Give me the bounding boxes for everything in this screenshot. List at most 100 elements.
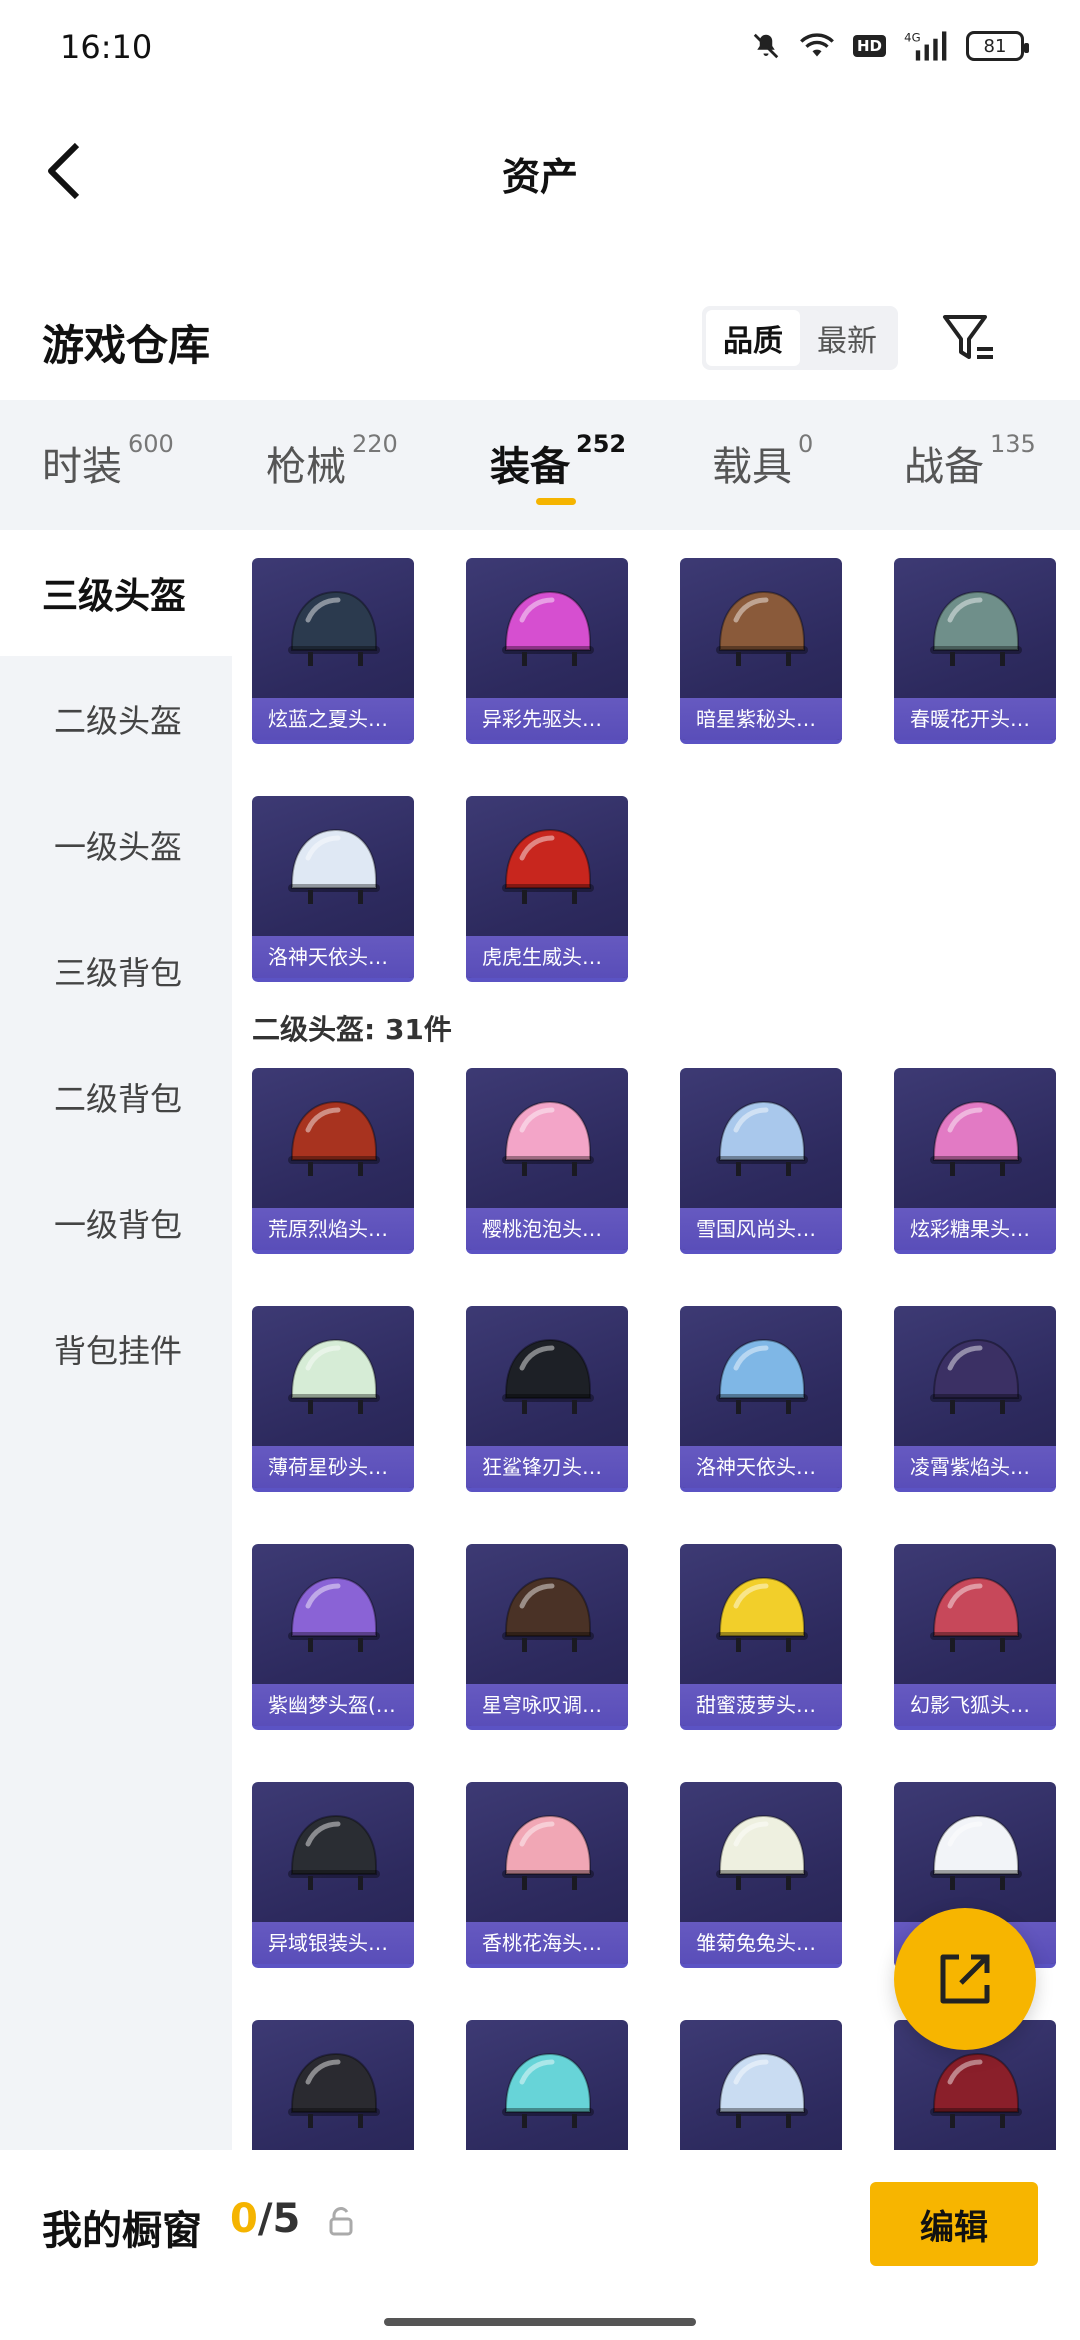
filter-icon [943, 315, 993, 359]
item-card[interactable]: 荒原烈焰头… [252, 1068, 414, 1254]
item-card[interactable]: 星穹咏叹调… [466, 1544, 628, 1730]
helmet-icon [930, 2052, 1022, 2128]
item-card[interactable]: 暗星紫秘头… [680, 558, 842, 744]
item-name: 甜蜜菠萝头… [680, 1684, 842, 1726]
edit-button[interactable]: 编辑 [870, 2182, 1038, 2266]
sidebar-item-level3-backpack[interactable]: 三级背包 [0, 908, 232, 1034]
item-card[interactable]: 异域银装头… [252, 1782, 414, 1968]
item-name: 狂鲨锋刃头… [466, 1446, 628, 1488]
tab-firearms[interactable]: 枪械 220 [266, 430, 398, 492]
helmet-icon [288, 590, 380, 666]
item-card[interactable] [252, 2020, 414, 2150]
item-card[interactable]: 雪国风尚头… [680, 1068, 842, 1254]
item-card[interactable]: 虎虎生威头… [466, 796, 628, 982]
battery-level: 81 [983, 35, 1007, 57]
sidebar-item-backpack-charm[interactable]: 背包挂件 [0, 1286, 232, 1412]
item-card[interactable]: 凌霄紫焰头… [894, 1306, 1056, 1492]
helmet-icon [716, 1576, 808, 1652]
item-card[interactable]: 洛神天依头… [680, 1306, 842, 1492]
helmet-icon [288, 1576, 380, 1652]
tab-count: 135 [990, 430, 1036, 458]
level3-helmet-grid: 炫蓝之夏头… 异彩先驱头… 暗星紫秘头… 春暖花开头… 洛神天依头… 虎虎生威头… [252, 558, 1056, 982]
showcase-label: 我的橱窗 [42, 2208, 202, 2254]
helmet-icon [502, 1338, 594, 1414]
tab-equipment[interactable]: 装备 252 [490, 430, 626, 492]
page-title: 资产 [501, 155, 578, 199]
item-name: 薄荷星砂头… [252, 1446, 414, 1488]
item-name: 紫幽梦头盔(… [252, 1684, 414, 1726]
tab-fashion[interactable]: 时装 600 [42, 430, 174, 492]
item-card[interactable]: 狂鲨锋刃头… [466, 1306, 628, 1492]
share-floating-button[interactable] [894, 1908, 1036, 2050]
sort-newest-button[interactable]: 最新 [800, 310, 894, 366]
tab-count: 0 [798, 430, 814, 458]
item-card[interactable]: 春暖花开头… [894, 558, 1056, 744]
item-name: 樱桃泡泡头… [466, 1208, 628, 1250]
item-card[interactable]: 甜蜜菠萝头… [680, 1544, 842, 1730]
helmet-icon [288, 2052, 380, 2128]
item-name: 香桃花海头… [466, 1922, 628, 1964]
status-time: 16:10 [60, 28, 153, 66]
sort-toggle: 品质 最新 [702, 306, 898, 370]
item-grid-area: 炫蓝之夏头… 异彩先驱头… 暗星紫秘头… 春暖花开头… 洛神天依头… 虎虎生威头… 二级头… [232, 530, 1080, 2150]
helmet-icon [288, 828, 380, 904]
helmet-icon [716, 1100, 808, 1176]
item-card[interactable]: 炫蓝之夏头… [252, 558, 414, 744]
tab-count: 220 [352, 430, 398, 458]
item-card[interactable]: 紫幽梦头盔(… [252, 1544, 414, 1730]
tab-vehicles[interactable]: 载具 0 [712, 430, 813, 492]
helmet-icon [502, 828, 594, 904]
sidebar-item-level1-backpack[interactable]: 一级背包 [0, 1160, 232, 1286]
item-card[interactable]: 雏菊兔兔头… [680, 1782, 842, 1968]
status-bar: 16:10 HD 4G 81 [0, 0, 1080, 96]
item-card[interactable]: 香桃花海头… [466, 1782, 628, 1968]
helmet-icon [288, 1814, 380, 1890]
share-icon [940, 1954, 990, 2004]
item-card[interactable]: 异彩先驱头… [466, 558, 628, 744]
item-name: 洛神天依头… [252, 936, 414, 978]
network-type-label: 4G [904, 31, 920, 45]
item-card[interactable]: 炫彩糖果头… [894, 1068, 1056, 1254]
item-card[interactable]: 樱桃泡泡头… [466, 1068, 628, 1254]
filter-button[interactable] [938, 308, 1000, 370]
tab-count: 252 [576, 430, 627, 458]
sort-quality-button[interactable]: 品质 [706, 310, 800, 366]
item-name: 幻影飞狐头… [894, 1684, 1056, 1726]
wifi-icon [799, 31, 835, 61]
sidebar-item-level2-backpack[interactable]: 二级背包 [0, 1034, 232, 1160]
section-label-level2-helmet: 二级头盔: 31件 [252, 1013, 452, 1046]
sidebar-item-level2-helmet[interactable]: 二级头盔 [0, 656, 232, 782]
item-card[interactable]: 薄荷星砂头… [252, 1306, 414, 1492]
subcategory-sidebar: 三级头盔 二级头盔 一级头盔 三级背包 二级背包 一级背包 背包挂件 [0, 530, 232, 2150]
category-tabs: 时装 600 枪械 220 装备 252 载具 0 战备 135 [0, 400, 1080, 530]
item-card[interactable]: 幻影飞狐头… [894, 1544, 1056, 1730]
item-name: 洛神天依头… [680, 1446, 842, 1488]
item-name: 虎虎生威头… [466, 936, 628, 978]
item-name: 异域银装头… [252, 1922, 414, 1964]
helmet-icon [288, 1100, 380, 1176]
showcase-bar: 我的橱窗 0/5 编辑 [0, 2150, 1080, 2340]
battery-icon: 81 [966, 31, 1029, 61]
warehouse-title: 游戏仓库 [42, 321, 211, 370]
item-name: 异彩先驱头… [466, 698, 628, 740]
tab-label: 时装 [42, 444, 122, 490]
mute-icon [751, 31, 781, 61]
tab-supplies[interactable]: 战备 135 [904, 430, 1036, 492]
item-name: 雪国风尚头… [680, 1208, 842, 1250]
helmet-icon [502, 2052, 594, 2128]
item-card[interactable] [466, 2020, 628, 2150]
item-card[interactable]: 洛神天依头… [252, 796, 414, 982]
helmet-icon [502, 1576, 594, 1652]
home-indicator [384, 2318, 696, 2326]
helmet-icon [288, 1338, 380, 1414]
item-card[interactable] [680, 2020, 842, 2150]
helmet-icon [716, 1814, 808, 1890]
tab-label: 枪械 [266, 444, 346, 490]
sidebar-item-level1-helmet[interactable]: 一级头盔 [0, 782, 232, 908]
tab-count: 600 [128, 430, 174, 458]
sidebar-item-level3-helmet[interactable]: 三级头盔 [0, 530, 232, 656]
item-name: 星穹咏叹调… [466, 1684, 628, 1726]
helmet-icon [502, 590, 594, 666]
helmet-icon [930, 1338, 1022, 1414]
item-name: 凌霄紫焰头… [894, 1446, 1056, 1488]
